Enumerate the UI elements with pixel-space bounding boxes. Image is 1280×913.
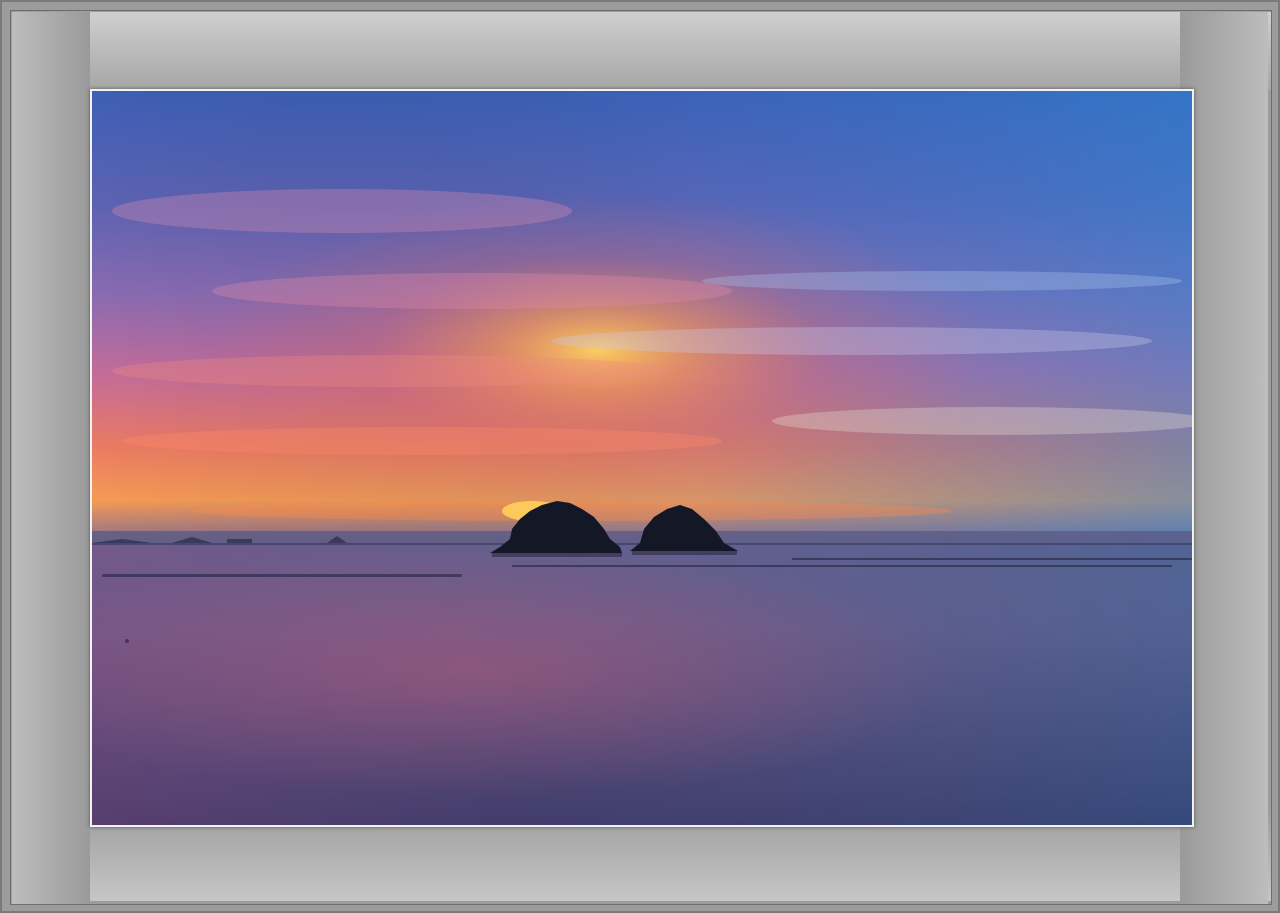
sun-glow — [92, 91, 1192, 546]
sunset-photo — [92, 91, 1192, 825]
picture-frame — [0, 0, 1280, 913]
photo — [90, 89, 1194, 827]
